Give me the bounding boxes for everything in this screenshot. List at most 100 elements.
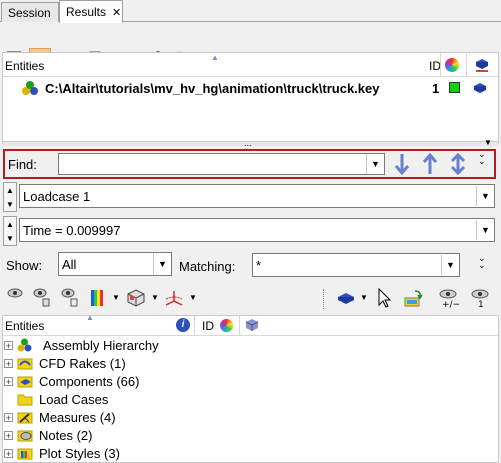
info-icon[interactable]: i: [176, 318, 190, 332]
result-file-id: 1: [432, 81, 440, 96]
expand-plus-icon[interactable]: +: [4, 376, 13, 386]
find-dropdown-icon[interactable]: ▼: [366, 154, 384, 174]
close-icon[interactable]: ✕: [112, 7, 121, 19]
tree-header: Entities ▲ i ID: [3, 313, 498, 336]
plot-styles-icon: [17, 446, 33, 460]
tree-item-label: Components (66): [39, 373, 140, 389]
column-divider: [239, 316, 240, 336]
show-select[interactable]: All ▼: [58, 252, 172, 276]
tree-item-cfd-rakes[interactable]: + CFD Rakes (1): [4, 354, 126, 372]
find-previous-icon[interactable]: [421, 152, 439, 179]
spin-up-icon[interactable]: ▲: [6, 186, 14, 195]
find-both-icon[interactable]: [449, 152, 467, 179]
expand-plus-icon[interactable]: +: [4, 358, 13, 368]
show-all-icon[interactable]: [6, 287, 24, 310]
results-toolbar: [0, 23, 501, 70]
sort-arrow-icon: ▲: [86, 313, 94, 322]
result-file-icon: [21, 80, 39, 99]
tab-results[interactable]: Results ✕: [59, 0, 123, 23]
tree-item-assembly-hierarchy[interactable]: + Assembly Hierarchy: [4, 336, 159, 354]
cfd-rakes-icon: [17, 356, 33, 370]
tree-id-header[interactable]: ID: [202, 319, 214, 333]
measures-icon: [17, 410, 33, 424]
show-dropdown-icon[interactable]: ▼: [153, 254, 171, 274]
expand-plus-icon[interactable]: +: [4, 340, 13, 350]
matching-value: *: [256, 258, 262, 273]
chevron-down-icon[interactable]: ▼: [151, 293, 159, 302]
column-divider: [466, 53, 467, 77]
splitter-handle[interactable]: ...: [244, 138, 252, 148]
assembly-icon: [17, 338, 33, 352]
show-value: All: [62, 257, 77, 272]
tree-item-label: Assembly Hierarchy: [43, 337, 159, 353]
axis-icon[interactable]: [163, 287, 185, 312]
tree-toolbar: ▼ ▼ ▼ ▼ +/− 1: [0, 285, 501, 313]
sort-arrow-icon: ▲: [211, 53, 219, 62]
result-file-row[interactable]: C:\Altair\tutorials\mv_hv_hg\animation\t…: [3, 78, 498, 98]
svg-text:+/−: +/−: [442, 300, 460, 310]
loadcase-dropdown-icon[interactable]: ▼: [476, 186, 494, 206]
time-select[interactable]: Time = 0.009997 ▼: [19, 218, 495, 242]
expand-more-icon[interactable]: ⌄ ⌄: [478, 150, 486, 166]
components-icon: [17, 374, 33, 388]
expand-plus-icon[interactable]: +: [4, 412, 13, 422]
result-file-path: C:\Altair\tutorials\mv_hv_hg\animation\t…: [45, 81, 380, 96]
tree-item-label: Notes (2): [39, 427, 93, 443]
tab-session[interactable]: Session: [1, 2, 59, 22]
tree-item-label: Plot Styles (3): [39, 445, 120, 461]
time-spinner[interactable]: ▲ ▼: [3, 216, 17, 246]
tree-item-measures[interactable]: + Measures (4): [4, 408, 116, 426]
entities-column-header[interactable]: Entities: [5, 59, 44, 73]
cube-column-icon[interactable]: [245, 318, 259, 335]
find-next-icon[interactable]: [393, 152, 411, 179]
svg-text:1: 1: [478, 300, 484, 310]
matching-dropdown-icon[interactable]: ▼: [441, 255, 459, 275]
color-wheel-icon[interactable]: [445, 58, 459, 72]
find-label: Find:: [8, 157, 37, 172]
find-input[interactable]: ▼: [58, 153, 385, 175]
tree-item-label: Load Cases: [39, 391, 109, 407]
spin-down-icon[interactable]: ▼: [6, 200, 14, 209]
matching-select[interactable]: * ▼: [252, 253, 460, 277]
tree-item-components[interactable]: + Components (66): [4, 372, 139, 390]
notes-icon: [17, 428, 33, 442]
display-mode-icon[interactable]: [473, 81, 487, 98]
show-hierarchy-icon[interactable]: [60, 287, 80, 312]
expand-plus-icon[interactable]: +: [4, 430, 13, 440]
collapse-arrow-icon[interactable]: ▼: [484, 138, 492, 147]
loadcase-spinner[interactable]: ▲ ▼: [3, 182, 17, 212]
tree-entities-header[interactable]: Entities: [5, 319, 44, 333]
chevron-down-icon[interactable]: ▼: [112, 293, 120, 302]
tree-item-label: Measures (4): [39, 409, 116, 425]
time-value: Time = 0.009997: [23, 223, 121, 238]
chevron-down-icon[interactable]: ▼: [360, 293, 368, 302]
show-label: Show:: [6, 258, 43, 273]
entities-header: Entities ▲ ID: [3, 53, 498, 77]
cube-view-icon[interactable]: [125, 287, 147, 312]
cube-display-icon[interactable]: [475, 57, 489, 76]
expand-plus-icon[interactable]: +: [4, 448, 13, 458]
tree-item-plot-styles[interactable]: + Plot Styles (3): [4, 444, 120, 462]
chevron-down-icon[interactable]: ▼: [189, 293, 197, 302]
folder-icon: [17, 392, 33, 406]
tree-item-label: CFD Rakes (1): [39, 355, 126, 371]
color-swatch[interactable]: [449, 82, 460, 93]
loadcase-value: Loadcase 1: [23, 189, 91, 204]
show-hide-toggle-icon[interactable]: +/−: [436, 287, 460, 314]
loadcase-select[interactable]: Loadcase 1 ▼: [19, 184, 495, 208]
show-selected-icon[interactable]: [32, 287, 52, 312]
color-wheel-icon[interactable]: [220, 319, 233, 332]
time-dropdown-icon[interactable]: ▼: [476, 220, 494, 240]
column-divider: [194, 316, 195, 336]
isolate-icon[interactable]: [403, 289, 425, 312]
spin-down-icon[interactable]: ▼: [6, 234, 14, 243]
spin-up-icon[interactable]: ▲: [6, 220, 14, 229]
contour-legend-icon[interactable]: [88, 287, 110, 312]
tree-item-notes[interactable]: + Notes (2): [4, 426, 92, 444]
tree-item-load-cases[interactable]: Load Cases: [17, 390, 108, 408]
display-cube-icon[interactable]: [336, 289, 356, 310]
show-one-icon[interactable]: 1: [468, 287, 492, 314]
cursor-icon[interactable]: [377, 287, 393, 312]
expand-more-icon[interactable]: ⌄ ⌄: [478, 254, 486, 270]
toolbar-divider: [323, 289, 324, 309]
